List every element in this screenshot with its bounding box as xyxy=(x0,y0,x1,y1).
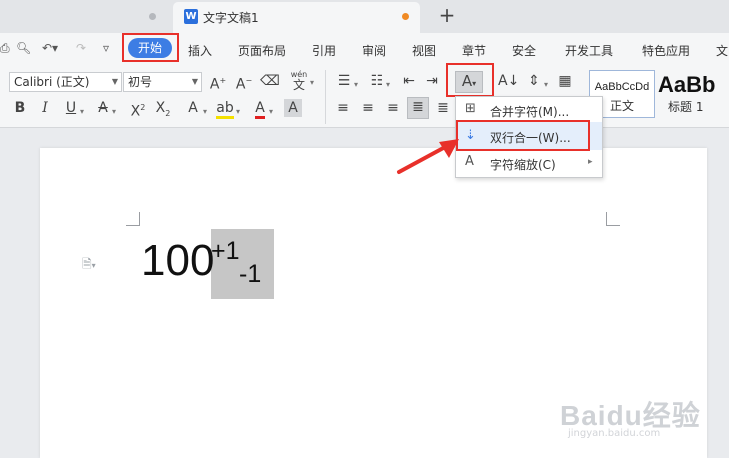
style-h1-label: 标题 1 xyxy=(668,100,704,114)
menu-item-label: 合并字符(M)... xyxy=(490,105,570,119)
customize-toolbar-icon[interactable]: ▿ xyxy=(103,41,109,55)
tab-developer[interactable]: 开发工具 xyxy=(565,42,613,59)
chevron-right-icon: ▸ xyxy=(588,157,593,167)
modified-dot-icon xyxy=(402,13,409,20)
chevron-down-icon[interactable]: ▾ xyxy=(269,103,273,121)
tab-title: 文字文稿1 xyxy=(203,11,259,25)
underline-icon[interactable]: U xyxy=(62,99,80,117)
shrink-font-icon[interactable]: A− xyxy=(234,72,254,94)
menu-item-label: 字符缩放(C) xyxy=(490,158,556,172)
upper-line-text: +1 xyxy=(211,237,240,265)
redo-icon[interactable]: ↷ xyxy=(76,41,86,55)
superscript-icon[interactable]: X2 xyxy=(129,99,147,121)
bullet-list-icon[interactable]: ☰ xyxy=(335,72,353,90)
style-heading-1[interactable]: AaBb 标题 1 xyxy=(656,70,729,118)
annotation-arrow xyxy=(397,139,459,174)
group-separator xyxy=(325,70,326,124)
tab-insert[interactable]: 插入 xyxy=(188,42,212,59)
bold-icon[interactable]: B xyxy=(11,99,29,117)
chevron-down-icon[interactable]: ▾ xyxy=(80,103,84,121)
subscript-icon[interactable]: X2 xyxy=(154,99,172,123)
inactive-tab[interactable] xyxy=(0,4,170,33)
chevron-down-icon[interactable]: ▾ xyxy=(112,103,116,121)
combine-chars-icon: ⊞ xyxy=(465,101,476,116)
chevron-down-icon[interactable]: ▾ xyxy=(203,103,207,121)
font-color-icon[interactable]: A xyxy=(252,99,268,119)
tab-review[interactable]: 审阅 xyxy=(362,42,386,59)
base-text: 100 xyxy=(141,236,215,285)
align-left-icon[interactable]: ≡ xyxy=(334,99,352,117)
tab-view[interactable]: 视图 xyxy=(412,42,436,59)
clear-format-icon[interactable]: ⌫ xyxy=(260,72,280,90)
highlight-icon[interactable]: ab xyxy=(215,99,235,119)
font-name-value: Calibri (正文) xyxy=(14,75,90,89)
lower-line-text: -1 xyxy=(239,260,262,288)
chevron-down-icon[interactable]: ▾ xyxy=(544,76,548,94)
tab-references[interactable]: 引用 xyxy=(312,42,336,59)
text-direction-icon[interactable]: A↓ xyxy=(498,72,519,90)
align-right-icon[interactable]: ≡ xyxy=(384,99,402,117)
text-effect-icon[interactable]: A xyxy=(184,99,202,117)
style-h1-preview: AaBb xyxy=(658,72,716,97)
chevron-down-icon[interactable]: ▾ xyxy=(354,76,358,94)
watermark-url: jingyan.baidu.com xyxy=(568,428,661,439)
chevron-down-icon: ▼ xyxy=(191,77,198,86)
print-preview-icon[interactable]: 🔍︎ xyxy=(16,41,31,55)
new-tab-button[interactable]: + xyxy=(437,5,457,25)
pinyin-guide-button[interactable]: wén 文 xyxy=(289,70,309,92)
tab-section[interactable]: 章节 xyxy=(462,42,486,59)
font-name-select[interactable]: Calibri (正文) ▼ xyxy=(9,72,122,92)
unsaved-dot-icon xyxy=(149,13,156,20)
tab-more[interactable]: 文 xyxy=(716,42,728,59)
borders-icon[interactable]: ▦ xyxy=(556,72,574,90)
undo-icon[interactable]: ↶▾ xyxy=(42,41,58,55)
strikethrough-icon[interactable]: A xyxy=(94,99,112,117)
chevron-down-icon[interactable]: ▾ xyxy=(386,76,390,94)
justify-icon[interactable]: ≣ xyxy=(407,97,429,119)
chinese-layout-button[interactable]: A▾ xyxy=(455,71,483,93)
menu-item-char-scale[interactable]: A 字符缩放(C) ▸ xyxy=(456,151,602,176)
print-icon[interactable]: ⎙ xyxy=(0,41,10,56)
margin-mark-top-right xyxy=(606,212,620,226)
two-lines-in-one-highlight xyxy=(456,120,590,151)
tab-features[interactable]: 特色应用 xyxy=(642,42,690,59)
pinyin-guide-icon: 文 xyxy=(292,78,305,92)
font-size-select[interactable]: 初号 ▼ xyxy=(123,72,202,92)
line-spacing-icon[interactable]: ⇕ xyxy=(525,72,543,90)
grow-font-icon[interactable]: A+ xyxy=(208,72,228,94)
chevron-down-icon: ▼ xyxy=(111,77,118,86)
menu-item-combine-chars[interactable]: ⊞ 合并字符(M)... xyxy=(456,97,602,122)
increase-indent-icon[interactable]: ⇥ xyxy=(423,72,441,90)
tab-security[interactable]: 安全 xyxy=(512,42,536,59)
distributed-align-icon[interactable]: ≣ xyxy=(434,99,452,117)
numbered-list-icon[interactable]: ☷ xyxy=(368,72,386,90)
style-normal-preview: AaBbCcDd xyxy=(594,81,650,93)
align-center-icon[interactable]: ≡ xyxy=(359,99,377,117)
chevron-down-icon[interactable]: ▾ xyxy=(236,103,240,121)
font-size-value: 初号 xyxy=(128,75,153,89)
margin-mark-top-left xyxy=(126,212,140,226)
italic-icon[interactable]: I xyxy=(36,99,54,117)
chevron-down-icon[interactable]: ▾ xyxy=(310,74,314,92)
tab-start[interactable]: 开始 xyxy=(128,38,172,58)
char-shading-icon[interactable]: A xyxy=(284,99,302,117)
writer-doc-icon: W xyxy=(184,9,198,24)
paragraph-handle-icon[interactable]: 🗎︎▾ xyxy=(82,255,96,276)
decrease-indent-icon[interactable]: ⇤ xyxy=(400,72,418,90)
char-scale-icon: A xyxy=(465,154,474,169)
tab-page-layout[interactable]: 页面布局 xyxy=(238,42,286,59)
